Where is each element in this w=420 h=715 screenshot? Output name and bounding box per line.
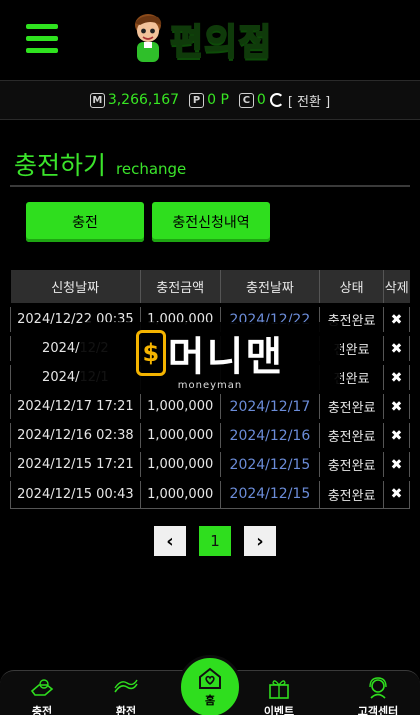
watermark: $ 머니맨 moneyman [80,322,340,392]
table-row: 2024/12/15 17:21 1,000,000 2024/12/15 충전… [10,449,411,480]
balance-bar: M 3,266,167 P 0 P C 0 [ 전환 ] [0,80,420,120]
home-icon [199,667,221,689]
col-delete: 삭제 [383,270,410,305]
col-status: 상태 [319,270,384,305]
nav-home-label: 홈 [204,694,216,707]
gift-icon [269,680,289,699]
prev-page-button[interactable]: ‹ [154,526,186,556]
pagination: ‹ 1 › [154,526,276,556]
switch-button[interactable]: [ 전환 ] [288,91,330,110]
nav-charge-label: 충전 [31,705,53,715]
dollar-icon: $ [135,329,166,376]
delete-icon[interactable]: ✖ [382,449,411,480]
delete-icon[interactable]: ✖ [382,304,411,335]
amount: 1,000,000 [139,391,221,422]
page-title: 충전하기 rechange [14,146,186,182]
page-subtitle: rechange [116,160,187,178]
delete-icon[interactable]: ✖ [382,420,411,451]
col-requested-date: 신청날짜 [10,270,141,305]
status: 충전완료 [319,420,384,451]
nav-event-label: 이벤트 [263,705,295,715]
requested-date: 2024/12/15 17:21 [10,449,141,480]
table-header-row: 신청날짜 충전금액 충전날짜 상태 삭제 [10,270,410,305]
point-balance: 0 P [207,92,229,108]
nav-support-label: 고객센터 [357,705,399,715]
nav-charge[interactable]: 충전 [7,677,77,715]
money-icon: M [89,92,105,108]
nav-support[interactable]: 고객센터 [343,677,413,715]
header: 편의점 [0,0,420,80]
money-balance: 3,266,167 [107,92,180,108]
watermark-subtext: moneyman [177,379,243,391]
charged-date: 2024/12/15 [219,478,321,509]
table-row: 2024/12/17 17:21 1,000,000 2024/12/17 충전… [10,391,411,422]
delete-icon[interactable]: ✖ [382,333,411,364]
status: 충전완료 [319,478,384,509]
charge-icon [30,679,54,696]
requested-date: 2024/12/17 17:21 [10,391,141,422]
charge-history-button[interactable]: 충전신청내역 [152,202,270,242]
charged-date: 2024/12/16 [219,420,321,451]
logo-text: 편의점 [169,21,273,64]
comp-icon: C [238,92,254,108]
nav-home[interactable]: 홈 [178,655,242,715]
next-page-button[interactable]: › [244,526,276,556]
table-row: 2024/12/15 00:43 1,000,000 2024/12/15 충전… [10,478,411,509]
refresh-icon[interactable] [269,93,284,107]
delete-icon[interactable]: ✖ [382,478,411,509]
col-charged-date: 충전날짜 [220,270,321,305]
menu-icon[interactable] [26,24,58,54]
amount: 1,000,000 [139,449,221,480]
support-icon [369,677,387,699]
amount: 1,000,000 [139,420,221,451]
status: 충전완료 [319,391,384,422]
amount: 1,000,000 [139,478,221,509]
exchange-icon [114,679,138,693]
divider [10,185,410,187]
delete-icon[interactable]: ✖ [382,391,411,422]
requested-date: 2024/12/16 02:38 [10,420,141,451]
charge-button[interactable]: 충전 [26,202,144,242]
nav-exchange[interactable]: 환전 [91,677,161,715]
table-row: 2024/12/16 02:38 1,000,000 2024/12/16 충전… [10,420,411,451]
page-1-button[interactable]: 1 [199,526,231,556]
nav-exchange-label: 환전 [115,705,137,715]
delete-icon[interactable]: ✖ [382,362,411,393]
watermark-text: 머니맨 [167,333,285,380]
point-icon: P [189,92,205,108]
charged-date: 2024/12/15 [219,449,321,480]
mascot-icon [135,14,162,62]
logo[interactable]: 편의점 [128,8,272,70]
status: 충전완료 [319,449,384,480]
comp-balance: 0 [256,92,266,108]
charged-date: 2024/12/17 [219,391,321,422]
col-amount: 충전금액 [140,270,221,305]
nav-event[interactable]: 이벤트 [244,677,314,715]
page-title-text: 충전하기 [14,151,107,180]
requested-date: 2024/12/15 00:43 [10,478,141,509]
